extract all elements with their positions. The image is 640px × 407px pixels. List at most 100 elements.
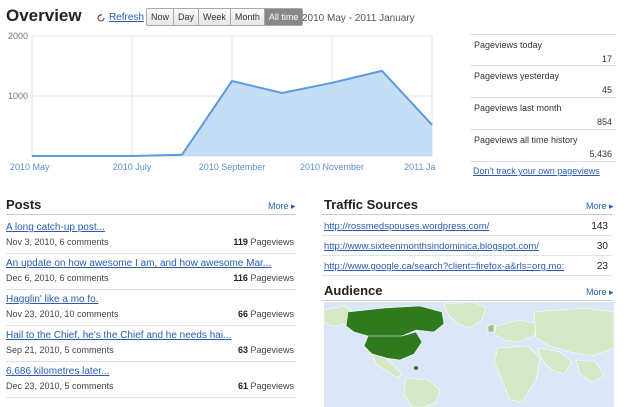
south-america-shape bbox=[403, 377, 441, 407]
range-month-button[interactable]: Month bbox=[230, 9, 265, 25]
post-item: Hagglin' like a mo fo. Nov 23, 2010, 10 … bbox=[6, 290, 296, 326]
stat-yesterday: Pageviews yesterday 45 bbox=[470, 66, 616, 98]
traffic-sources-list: http://rossmedspouses.wordpress.com/ 143… bbox=[322, 216, 612, 276]
post-meta: Dec 6, 2010, 6 comments bbox=[6, 273, 109, 283]
post-views-label: Pageviews bbox=[250, 345, 294, 355]
audience-title: Audience bbox=[324, 283, 383, 298]
x-tick-label: 2010 May bbox=[10, 162, 50, 172]
post-meta: Nov 23, 2010, 10 comments bbox=[6, 309, 119, 319]
chart-data-point bbox=[231, 80, 233, 82]
refresh-icon bbox=[97, 13, 105, 22]
range-all-time-button[interactable]: All time bbox=[264, 9, 303, 25]
stat-value: 17 bbox=[601, 54, 612, 64]
chart-data-point bbox=[31, 155, 33, 157]
greenland-shape bbox=[443, 302, 487, 329]
traffic-more-link[interactable]: More ▸ bbox=[586, 201, 614, 212]
pageview-stats: Pageviews today 17 Pageviews yesterday 4… bbox=[470, 34, 616, 162]
post-views: 116 Pageviews bbox=[233, 273, 294, 283]
stat-label: Pageviews today bbox=[474, 40, 543, 50]
post-views: 119 Pageviews bbox=[233, 237, 294, 247]
stat-value: 854 bbox=[596, 117, 612, 127]
post-title-link[interactable]: Hagglin' like a mo fo. bbox=[6, 294, 99, 305]
post-views-count: 119 bbox=[233, 237, 248, 247]
southeast-asia-shape bbox=[575, 359, 605, 383]
chart-data-point bbox=[331, 82, 333, 84]
post-meta: Sep 21, 2010, 5 comments bbox=[6, 345, 114, 355]
post-meta: Dec 23, 2010, 5 comments bbox=[6, 381, 114, 391]
uk-shape bbox=[487, 323, 495, 333]
chart-data-point bbox=[431, 124, 433, 126]
canada-shape bbox=[345, 305, 445, 339]
posts-divider bbox=[6, 214, 296, 215]
post-title-link[interactable]: 6,686 kilometres later... bbox=[6, 366, 109, 377]
post-views-count: 66 bbox=[237, 309, 248, 319]
post-views-count: 61 bbox=[237, 381, 248, 391]
post-title-link[interactable]: An update on how awesome I am, and how a… bbox=[6, 258, 271, 269]
posts-list: A long catch-up post... Nov 3, 2010, 6 c… bbox=[6, 218, 296, 398]
audience-divider bbox=[322, 300, 612, 301]
stat-label: Pageviews last month bbox=[474, 103, 562, 113]
europe-shape bbox=[493, 319, 539, 343]
post-item: An update on how awesome I am, and how a… bbox=[6, 254, 296, 290]
posts-title: Posts bbox=[6, 197, 42, 212]
traffic-count: 143 bbox=[591, 221, 608, 232]
traffic-sources-title: Traffic Sources bbox=[324, 197, 418, 212]
refresh-label: Refresh bbox=[109, 12, 145, 23]
traffic-url-link[interactable]: http://www.sixteenmonthsindominica.blogs… bbox=[324, 241, 574, 252]
post-meta: Nov 3, 2010, 6 comments bbox=[6, 237, 109, 247]
middle-east-shape bbox=[537, 347, 573, 375]
y-tick-label: 1000 bbox=[8, 91, 28, 101]
chart-data-point bbox=[131, 155, 133, 157]
post-item: A long catch-up post... Nov 3, 2010, 6 c… bbox=[6, 218, 296, 254]
world-map-svg bbox=[324, 302, 614, 407]
traffic-row: http://www.google.ca/search?client=firef… bbox=[322, 256, 612, 276]
pageviews-chart: 1000 2000 2010 May 2010 July 2010 September 2… bbox=[4, 30, 436, 176]
post-item: Hail to the Chief, he's the Chief and he… bbox=[6, 326, 296, 362]
chart-data-point bbox=[381, 70, 383, 72]
stat-label: Pageviews yesterday bbox=[474, 71, 560, 81]
traffic-count: 23 bbox=[596, 261, 608, 272]
asia-shape bbox=[533, 307, 614, 357]
stat-value: 5,436 bbox=[589, 149, 612, 159]
audience-map[interactable] bbox=[324, 302, 614, 407]
x-tick-label: 2010 September bbox=[199, 162, 266, 172]
traffic-row: http://rossmedspouses.wordpress.com/ 143 bbox=[322, 216, 612, 236]
y-tick-label: 2000 bbox=[8, 31, 28, 41]
traffic-row: http://www.sixteenmonthsindominica.blogs… bbox=[322, 236, 612, 256]
audience-more-link[interactable]: More ▸ bbox=[586, 287, 614, 298]
traffic-count: 30 bbox=[596, 241, 608, 252]
pageviews-chart-svg: 1000 2000 2010 May 2010 July 2010 September 2… bbox=[8, 31, 436, 172]
post-views: 66 Pageviews bbox=[238, 309, 294, 319]
post-views: 63 Pageviews bbox=[238, 345, 294, 355]
date-range-label: 2010 May - 2011 January bbox=[302, 13, 415, 24]
stat-last-month: Pageviews last month 854 bbox=[470, 98, 616, 130]
x-tick-label: 2011 January bbox=[404, 162, 436, 172]
post-views-count: 116 bbox=[233, 273, 248, 283]
caribbean-marker bbox=[414, 366, 418, 370]
stat-today: Pageviews today 17 bbox=[470, 34, 616, 66]
post-title-link[interactable]: Hail to the Chief, he's the Chief and he… bbox=[6, 330, 231, 341]
x-tick-label: 2010 July bbox=[113, 162, 152, 172]
post-views-label: Pageviews bbox=[250, 381, 294, 391]
dont-track-link[interactable]: Don't track your own pageviews bbox=[473, 166, 600, 176]
traffic-url-link[interactable]: http://rossmedspouses.wordpress.com/ bbox=[324, 221, 574, 232]
time-range-selector: Now Day Week Month All time bbox=[146, 8, 304, 26]
page-title: Overview bbox=[6, 6, 82, 25]
range-day-button[interactable]: Day bbox=[174, 9, 200, 25]
post-views-label: Pageviews bbox=[250, 309, 294, 319]
post-views-label: Pageviews bbox=[250, 273, 294, 283]
range-now-button[interactable]: Now bbox=[147, 9, 175, 25]
stat-label: Pageviews all time history bbox=[474, 135, 578, 145]
post-item: 6,686 kilometres later... Dec 23, 2010, … bbox=[6, 362, 296, 398]
traffic-divider bbox=[322, 214, 612, 215]
post-views: 61 Pageviews bbox=[238, 381, 294, 391]
traffic-url-link[interactable]: http://www.google.ca/search?client=firef… bbox=[324, 261, 574, 272]
stat-all-time: Pageviews all time history 5,436 bbox=[470, 130, 616, 162]
post-views-label: Pageviews bbox=[250, 237, 294, 247]
chart-data-point bbox=[81, 155, 83, 157]
range-week-button[interactable]: Week bbox=[199, 9, 231, 25]
posts-more-link[interactable]: More ▸ bbox=[268, 201, 296, 212]
africa-shape bbox=[493, 345, 541, 403]
post-title-link[interactable]: A long catch-up post... bbox=[6, 222, 105, 233]
refresh-link[interactable]: Refresh bbox=[96, 12, 144, 23]
